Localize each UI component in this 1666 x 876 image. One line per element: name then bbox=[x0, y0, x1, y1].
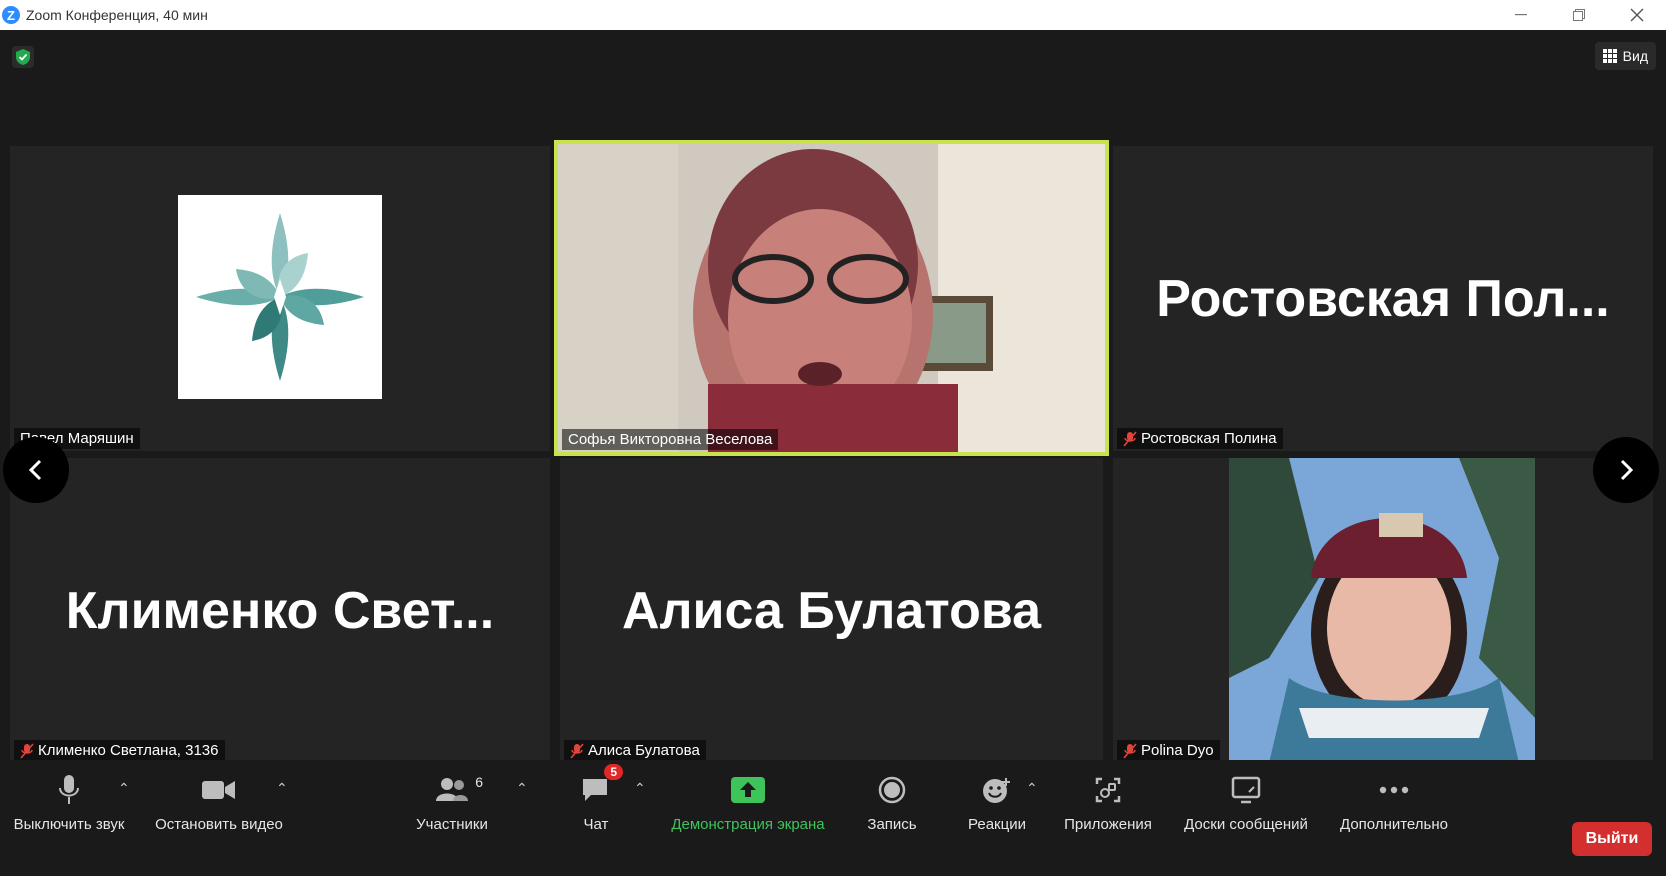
reactions-options-chevron-up-icon[interactable]: ⌃ bbox=[1026, 780, 1038, 797]
more-button[interactable]: Дополнительно bbox=[1334, 770, 1454, 833]
participant-name-label: Клименко Светлана, 3136 bbox=[14, 740, 225, 761]
participant-name-label: Polina Dyo bbox=[1117, 740, 1220, 761]
video-options-chevron-up-icon[interactable]: ⌃ bbox=[276, 780, 288, 797]
restore-button[interactable] bbox=[1550, 0, 1608, 30]
window-title: Zoom Конференция, 40 мин bbox=[26, 7, 208, 23]
mic-muted-icon bbox=[1123, 430, 1137, 447]
chat-button[interactable]: 5 Чат bbox=[574, 764, 623, 833]
view-button[interactable]: Вид bbox=[1594, 42, 1656, 70]
video-camera-icon bbox=[202, 781, 235, 799]
participant-tile-4[interactable]: Клименко Свет... Клименко Светлана, 3136 bbox=[10, 458, 550, 763]
record-button[interactable]: Запись bbox=[862, 770, 922, 833]
participant-tile-3[interactable]: Ростовская Пол... Ростовская Полина bbox=[1113, 146, 1653, 451]
participant-name-label: Ростовская Полина bbox=[1117, 428, 1283, 449]
mic-muted-icon bbox=[1123, 742, 1137, 759]
security-shield-button[interactable] bbox=[12, 46, 34, 68]
whiteboard-icon bbox=[1231, 776, 1261, 804]
minimize-icon bbox=[1515, 14, 1527, 16]
participant-big-name: Клименко Свет... bbox=[65, 581, 495, 640]
participants-icon bbox=[436, 778, 468, 801]
mic-muted-icon bbox=[20, 742, 34, 759]
participant-avatar-logo bbox=[178, 195, 382, 399]
flower-logo-icon bbox=[196, 213, 364, 381]
chat-unread-badge: 5 bbox=[604, 764, 623, 780]
chat-bubble-icon bbox=[583, 779, 607, 801]
reactions-button[interactable]: Реакции bbox=[962, 770, 1032, 833]
microphone-icon bbox=[59, 775, 79, 804]
shield-icon bbox=[16, 49, 30, 65]
apps-icon bbox=[1095, 777, 1121, 803]
chevron-right-icon bbox=[1620, 459, 1634, 481]
emoji-reaction-icon bbox=[983, 778, 1010, 803]
participants-button[interactable]: 6 Участники bbox=[412, 770, 492, 833]
share-screen-icon bbox=[731, 777, 765, 803]
participants-options-chevron-up-icon[interactable]: ⌃ bbox=[516, 780, 528, 797]
view-label: Вид bbox=[1622, 48, 1648, 64]
participant-name-label: Софья Викторовна Веселова bbox=[562, 429, 779, 450]
mic-muted-icon bbox=[570, 742, 584, 759]
previous-page-button[interactable] bbox=[3, 437, 69, 503]
restore-icon bbox=[1573, 9, 1585, 21]
close-window-button[interactable] bbox=[1608, 0, 1666, 30]
participant-tile-5[interactable]: Алиса Булатова Алиса Булатова bbox=[560, 458, 1103, 763]
meeting-toolbar: Выключить звук ⌃ Остановить видео ⌃ 6 Уч… bbox=[0, 760, 1666, 876]
leave-meeting-button[interactable]: Выйти bbox=[1572, 822, 1652, 856]
participant-tile-1[interactable]: Павел Маряшин bbox=[10, 146, 550, 451]
whiteboards-button[interactable]: Доски сообщений bbox=[1178, 770, 1314, 833]
zoom-logo-icon: Z bbox=[2, 6, 20, 24]
video-feed bbox=[1229, 458, 1535, 763]
window-titlebar: Z Zoom Конференция, 40 мин bbox=[0, 0, 1666, 30]
participant-name-label: Алиса Булатова bbox=[564, 740, 706, 761]
close-icon bbox=[1630, 8, 1644, 22]
stop-video-button[interactable]: Остановить видео bbox=[150, 770, 288, 833]
grid-icon bbox=[1602, 49, 1617, 63]
mute-button[interactable]: Выключить звук bbox=[8, 770, 130, 833]
minimize-button[interactable] bbox=[1492, 0, 1550, 30]
more-dots-icon bbox=[1379, 786, 1409, 794]
next-page-button[interactable] bbox=[1593, 437, 1659, 503]
record-icon bbox=[878, 776, 906, 804]
participants-count: 6 bbox=[475, 774, 483, 790]
participant-tile-6[interactable]: Polina Dyo bbox=[1113, 458, 1653, 763]
participant-big-name: Ростовская Пол... bbox=[1156, 269, 1610, 328]
audio-options-chevron-up-icon[interactable]: ⌃ bbox=[118, 780, 130, 797]
chat-options-chevron-up-icon[interactable]: ⌃ bbox=[634, 780, 646, 797]
chevron-left-icon bbox=[28, 459, 42, 481]
participant-big-name: Алиса Булатова bbox=[621, 581, 1042, 640]
participant-tile-2[interactable]: Софья Викторовна Веселова bbox=[554, 140, 1109, 456]
share-screen-button[interactable]: Демонстрация экрана bbox=[664, 770, 832, 833]
video-feed bbox=[558, 144, 1105, 452]
apps-button[interactable]: Приложения bbox=[1058, 770, 1158, 833]
